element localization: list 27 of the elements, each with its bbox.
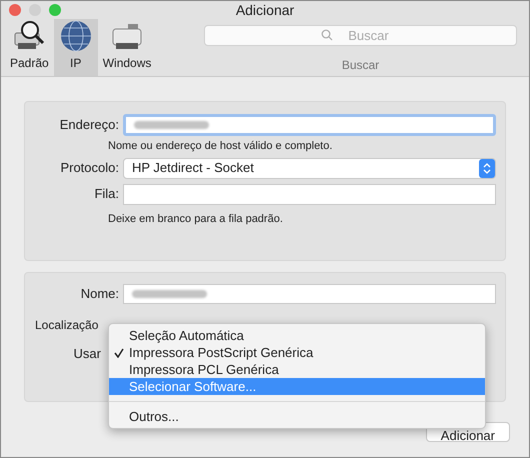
field-label: Usar [72,345,102,363]
field-label: Fila: [93,185,120,204]
menu-item[interactable]: Seleção Automática [109,327,485,344]
field-label: Protocolo: [59,159,120,178]
hint-text: Nome ou endereço de host válido e completo. [108,139,334,154]
toolbar-tab[interactable]: Windows [98,19,156,76]
close-button[interactable] [9,4,21,16]
search-field[interactable]: Buscar [204,25,517,46]
menu-item[interactable]: Impressora PostScript Genérica [109,344,485,361]
search-label: Buscar [342,57,380,74]
menu-item[interactable]: Outros... [109,408,485,425]
hint-text: Deixe em branco para a fila padrão. [108,212,284,226]
queue-field[interactable] [123,184,496,204]
field-label: Nome: [80,285,120,304]
stepper-arrows-icon [479,158,495,178]
window-title: Adicionar [236,1,294,20]
search-icon [321,29,333,41]
protocol-popup[interactable]: HP Jetdirect - Socket [123,158,496,178]
field-label: Endereço: [58,116,120,134]
toolbar-tab[interactable]: Padrão [5,19,54,76]
globe-icon [58,19,93,53]
menu-item[interactable]: Impressora PCL Genérica [109,361,485,378]
name-field[interactable] [123,284,496,304]
address-field[interactable] [123,114,496,136]
toolbar-tab[interactable]: IP [54,19,98,76]
field-label: Localização [35,317,98,334]
zoom-button[interactable] [49,4,61,16]
